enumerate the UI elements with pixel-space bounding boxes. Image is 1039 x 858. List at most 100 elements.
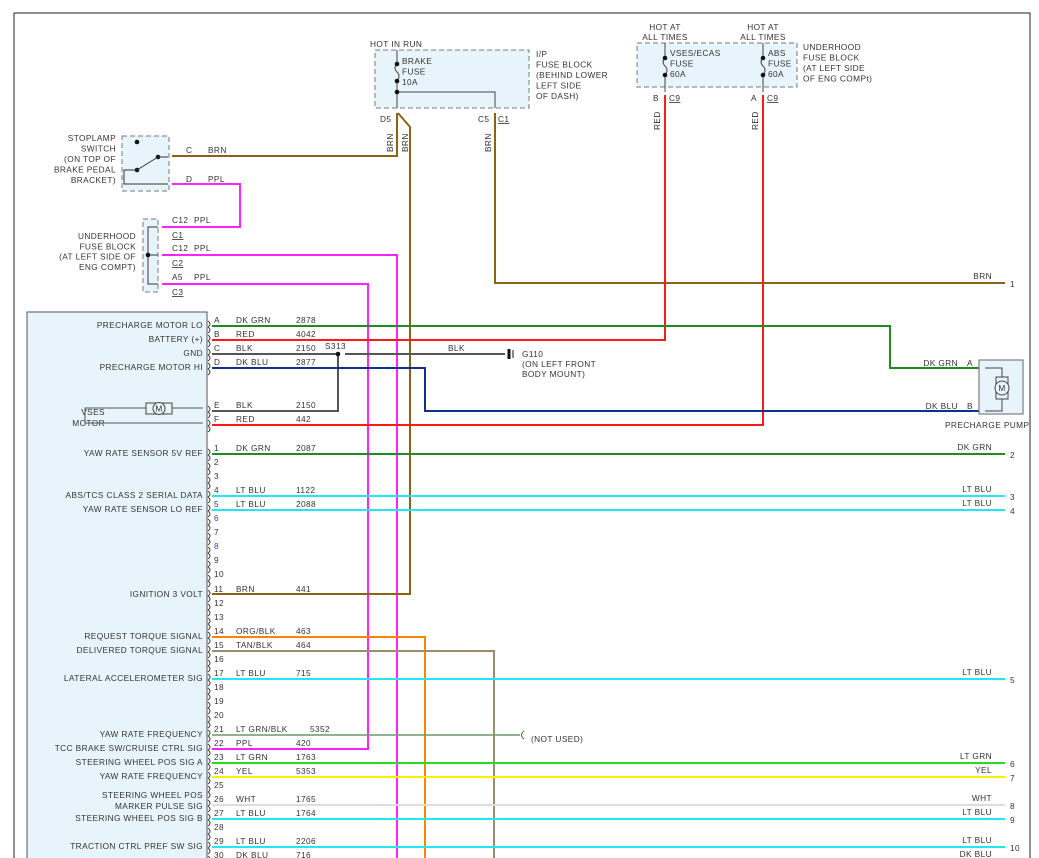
pin-label: D	[186, 174, 192, 184]
circuit-number: 420	[296, 738, 311, 748]
connector-chevron-icon	[207, 645, 211, 659]
connector-chevron-icon	[207, 334, 211, 348]
pin-number: 23	[214, 752, 224, 762]
wire-color-label: BRN	[483, 133, 493, 152]
connector-chevron-icon	[207, 532, 211, 546]
wire-color-label: LT BLU	[236, 668, 266, 678]
pin-number: C	[214, 343, 220, 353]
pin-number: 25	[214, 780, 224, 790]
wire-red-battery	[212, 95, 666, 341]
pin-function-label: MARKER PULSE SIG	[115, 801, 203, 811]
connector-label: C2	[172, 258, 183, 268]
connector-chevron-icon	[207, 574, 211, 588]
underhood-fuse-block-label: FUSE BLOCK	[79, 241, 136, 251]
pin-function-label: DELIVERED TORQUE SIGNAL	[77, 645, 203, 655]
wire-color-label: LT BLU	[236, 499, 266, 509]
motor-symbol-label: M	[155, 404, 162, 414]
pin-number: 17	[214, 668, 224, 678]
pin-number: 2	[214, 457, 219, 467]
fuse-dot	[760, 72, 766, 78]
wire-color-label: BLK	[236, 400, 253, 410]
wire-color-label: ORG/BLK	[236, 626, 276, 636]
wire-color-label: RED	[236, 414, 255, 424]
wire-color-label: BRN	[236, 584, 255, 594]
pin-number: 14	[214, 626, 224, 636]
wire-color-label: PPL	[194, 215, 211, 225]
switch-contact-dot	[134, 139, 140, 145]
wire-color-label: DK GRN	[923, 358, 958, 368]
underhood-fuse-block-label: OF ENG COMPt)	[803, 74, 872, 84]
circuit-number: 715	[296, 668, 311, 678]
connector-chevron-icon	[207, 827, 211, 841]
harness-pin-number: 8	[1010, 801, 1015, 811]
harness-pin-number: 2	[1010, 450, 1015, 460]
circuit-number: 2150	[296, 400, 316, 410]
stoplamp-switch-label: SWITCH	[81, 144, 116, 154]
pin-number: F	[214, 414, 219, 424]
circuit-number: 1122	[296, 485, 315, 495]
connector-label: C1	[498, 114, 509, 124]
circuit-number: 2087	[296, 443, 316, 453]
hot-at-all-times-label: HOT AT	[649, 22, 681, 32]
wire-color-label: PPL	[194, 272, 211, 282]
stoplamp-switch-box	[121, 135, 170, 192]
wire-color-label: DK BLU	[236, 357, 268, 367]
harness-wire-label: BRN	[973, 271, 992, 281]
pin-number: 3	[214, 471, 219, 481]
pin-function-label: IGNITION 3 VOLT	[130, 589, 203, 599]
pin-number: E	[214, 400, 220, 410]
wire-color-label: LT BLU	[236, 808, 266, 818]
connector-chevron-icon	[207, 785, 211, 799]
underhood-fuse-block-label: UNDERHOOD	[78, 231, 136, 241]
wire-color-label: PPL	[194, 243, 211, 253]
connector-chevron-icon	[207, 518, 211, 532]
connector-chevron-icon	[207, 462, 211, 476]
pin-function-label: GND	[183, 348, 203, 358]
pin-number: D	[214, 357, 220, 367]
connector-chevron-icon	[207, 405, 211, 419]
motor-symbol-label: M	[998, 383, 1005, 393]
pin-number: 10	[214, 569, 224, 579]
wire-color-label: BRN	[400, 133, 410, 152]
not-used-label: (NOT USED)	[531, 734, 583, 744]
connector-chevron-icon	[207, 715, 211, 729]
circuit-number: 2206	[296, 836, 316, 846]
harness-pin-number: 7	[1010, 773, 1015, 783]
connector-chevron-icon	[207, 841, 211, 855]
pin-number: 6	[214, 513, 219, 523]
wire-color-label: PPL	[208, 174, 225, 184]
wire-color-label: YEL	[236, 766, 253, 776]
pin-number: 1	[214, 443, 219, 453]
pin-number: 16	[214, 654, 224, 664]
hot-in-run-label: HOT IN RUN	[370, 39, 422, 49]
pin-label: A	[751, 93, 757, 103]
connector-chevron-icon	[207, 757, 211, 771]
wire-color-label: PPL	[236, 738, 253, 748]
harness-wire-label: LT BLU	[962, 807, 992, 817]
fuse-dot	[394, 78, 400, 84]
wire-color-label: DK GRN	[236, 443, 271, 453]
pin-function-label: YAW RATE SENSOR LO REF	[83, 504, 203, 514]
harness-wire-label: LT BLU	[962, 667, 992, 677]
pin-function-label: PRECHARGE MOTOR LO	[97, 320, 203, 330]
wire-color-label: LT GRN	[236, 752, 268, 762]
harness-pin-number: 6	[1010, 759, 1015, 769]
circuit-number: 4042	[296, 329, 316, 339]
pin-function-label: YAW RATE FREQUENCY	[100, 729, 203, 739]
circuit-number: 2150	[296, 343, 316, 353]
fuse-label: VSES/ECAS	[670, 48, 721, 58]
connector-chevron-icon	[207, 546, 211, 560]
pin-label: D5	[380, 114, 391, 124]
pin-function-label: STEERING WHEEL POS SIG B	[75, 813, 203, 823]
harness-pin-number: 4	[1010, 506, 1015, 516]
fuse-label: FUSE	[768, 59, 792, 69]
brake-fuse-label: FUSE	[402, 67, 426, 77]
connector-chevron-icon	[207, 687, 211, 701]
underhood-fuse-block-label: UNDERHOOD	[803, 42, 861, 52]
stoplamp-switch-label: BRACKET)	[71, 175, 116, 185]
connector-chevron-icon	[207, 560, 211, 574]
pin-number: 26	[214, 794, 224, 804]
circuit-number: 1765	[296, 794, 316, 804]
harness-pin-number: 3	[1010, 492, 1015, 502]
junction-dot	[394, 89, 400, 95]
